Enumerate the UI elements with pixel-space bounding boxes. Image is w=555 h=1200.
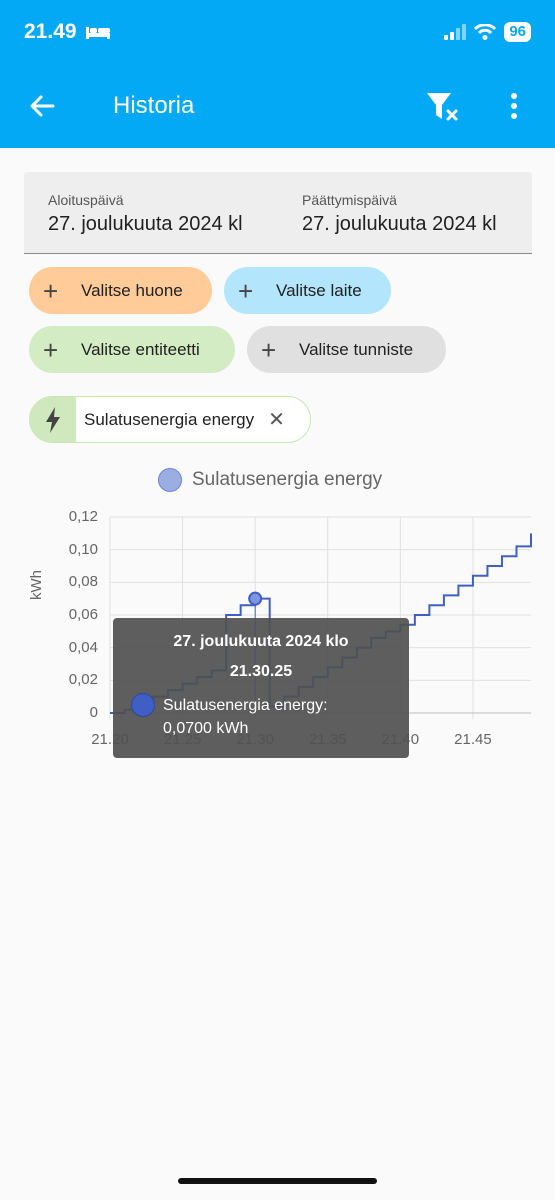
tooltip-series-label: Sulatusenergia energy: — [163, 697, 328, 714]
chart-tooltip: 27. joulukuuta 2024 klo 21.30.25 Sulatus… — [113, 618, 409, 758]
home-indicator — [178, 1178, 377, 1184]
highlight-point — [248, 591, 263, 606]
tooltip-time: 21.30.25 — [229, 663, 293, 680]
tooltip-series-marker — [131, 693, 155, 717]
tooltip-value: 0,0700 kWh — [163, 720, 249, 737]
tooltip-date: 27. joulukuuta 2024 klo — [173, 633, 349, 650]
